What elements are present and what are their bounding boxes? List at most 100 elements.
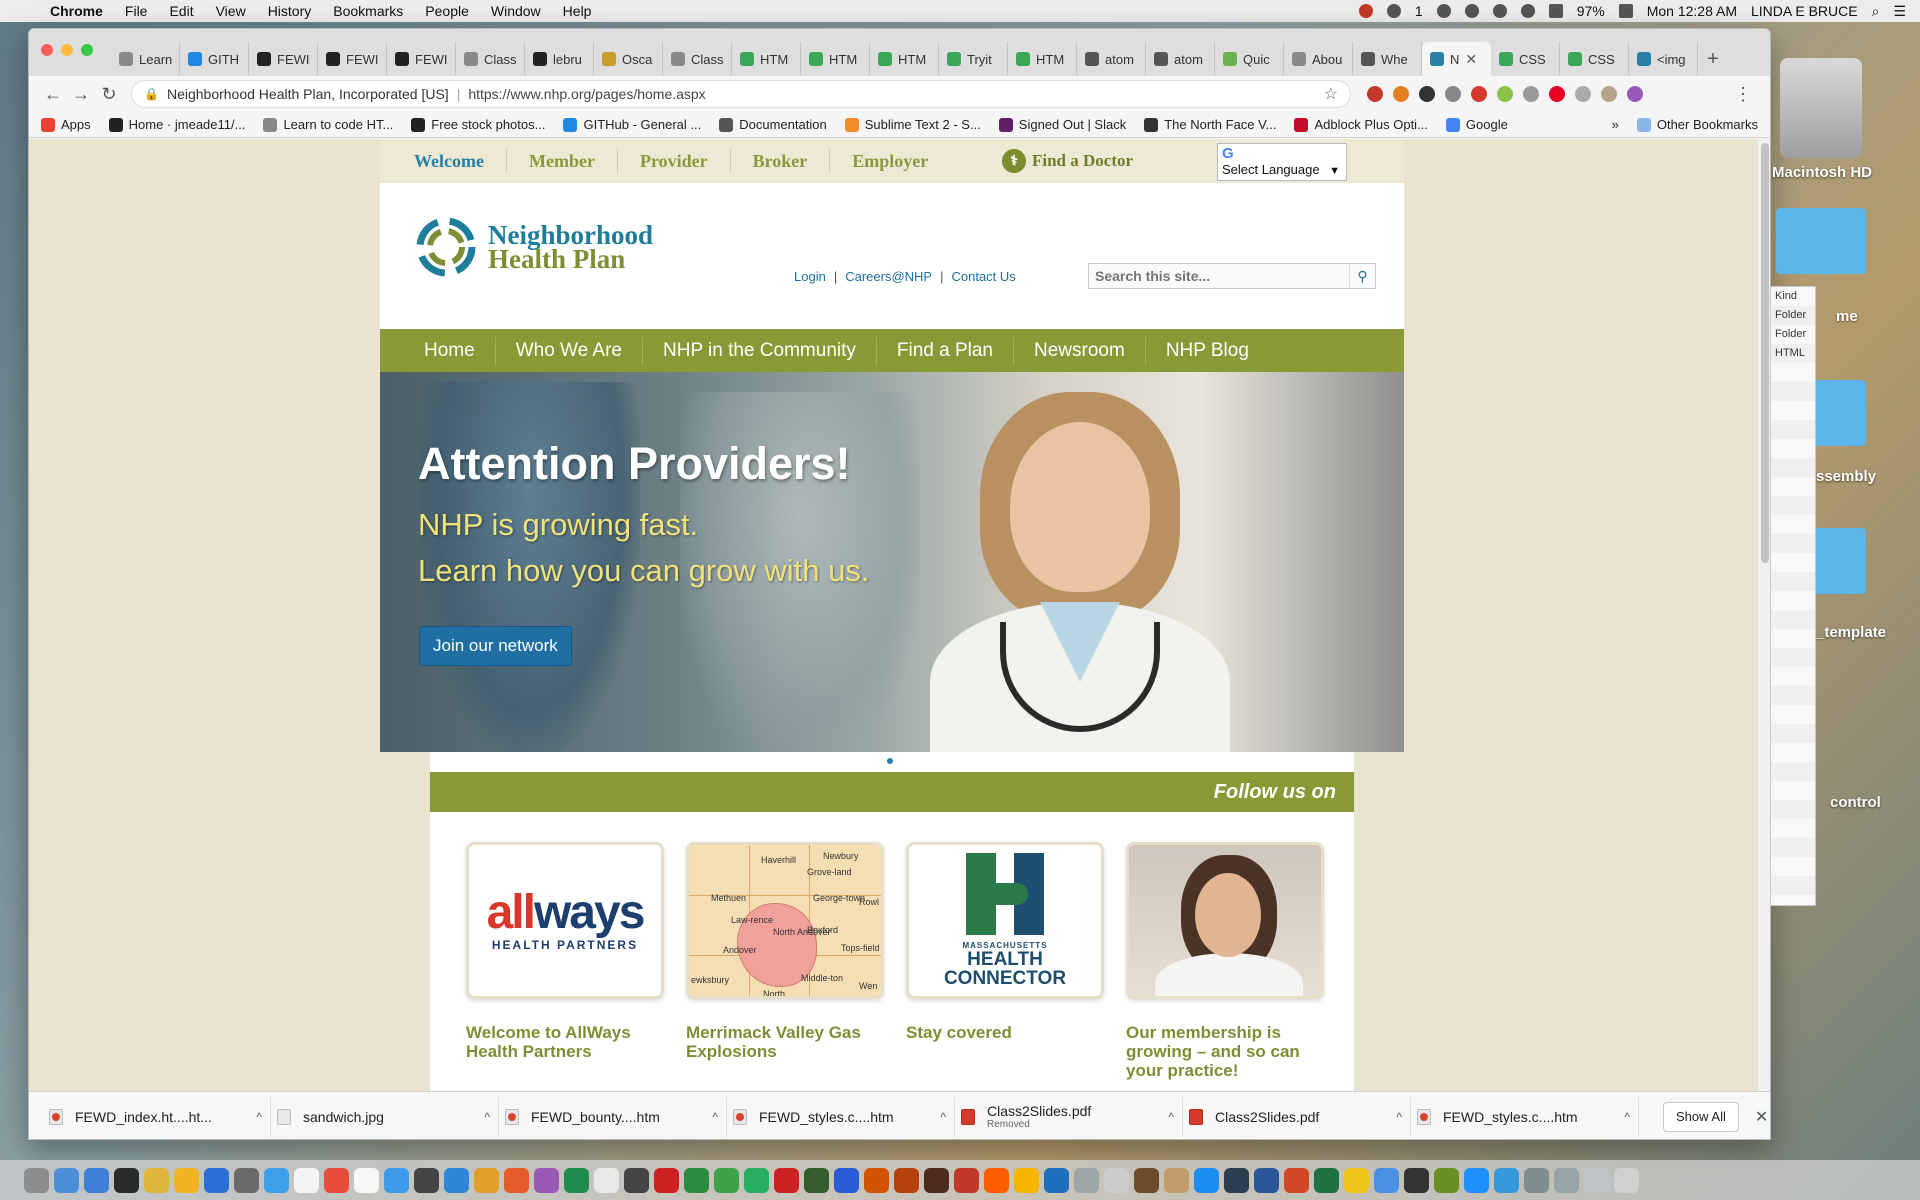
mail-extension-icon[interactable] xyxy=(1445,86,1461,102)
browser-tab[interactable]: CSS xyxy=(1491,42,1560,76)
sheets-extension-icon[interactable] xyxy=(1497,86,1513,102)
dock-app-icon[interactable] xyxy=(804,1167,829,1193)
scrollbar-thumb[interactable] xyxy=(1761,143,1769,563)
dock-app-icon[interactable] xyxy=(324,1167,349,1193)
browser-tab[interactable]: FEWI xyxy=(387,42,456,76)
download-item[interactable]: FEWD_styles.c....htm ^ xyxy=(1411,1096,1639,1137)
new-tab-button[interactable]: + xyxy=(1698,42,1728,76)
close-downloads-bar-icon[interactable]: ✕ xyxy=(1755,1107,1768,1127)
download-item[interactable]: FEWD_bounty....htm ^ xyxy=(499,1096,727,1137)
ghostery-extension-icon[interactable] xyxy=(1419,86,1435,102)
promo-card-merrimack[interactable]: Haverhill Grove-land Newbury Methuen Law… xyxy=(686,842,884,1080)
dock-app-icon[interactable] xyxy=(534,1167,559,1193)
notification-count[interactable]: 1 xyxy=(1415,3,1423,19)
adblock-status-icon[interactable] xyxy=(1358,4,1373,18)
dock-app-icon[interactable] xyxy=(474,1167,499,1193)
bookmark-item[interactable]: Home · jmeade11/... xyxy=(108,117,245,132)
browser-tab[interactable]: HTM xyxy=(801,42,870,76)
dock-app-icon[interactable] xyxy=(954,1167,979,1193)
dock-app-icon[interactable] xyxy=(1314,1167,1339,1193)
desktop-label[interactable]: _template xyxy=(1816,624,1886,641)
browser-tab[interactable]: HTM xyxy=(870,42,939,76)
dock-app-icon[interactable] xyxy=(264,1167,289,1193)
dock-app-icon[interactable] xyxy=(1284,1167,1309,1193)
dock-app-icon[interactable] xyxy=(1554,1167,1579,1193)
close-window-button[interactable] xyxy=(41,44,53,56)
dock-app-icon[interactable] xyxy=(894,1167,919,1193)
reload-button[interactable]: ↻ xyxy=(95,80,123,108)
dock-app-icon[interactable] xyxy=(414,1167,439,1193)
adblock-extension-icon[interactable] xyxy=(1367,86,1383,102)
bookmark-item[interactable]: Adblock Plus Opti... xyxy=(1294,117,1428,132)
pinterest-extension-icon[interactable] xyxy=(1549,86,1565,102)
dock-app-icon[interactable] xyxy=(1584,1167,1609,1193)
browser-tab[interactable]: <img xyxy=(1629,42,1698,76)
browser-tab[interactable]: Quic xyxy=(1215,42,1284,76)
bookmark-item[interactable]: The North Face V... xyxy=(1144,117,1276,132)
lock-icon[interactable]: 🔒 xyxy=(144,87,159,101)
promo-caption[interactable]: Welcome to AllWays Health Partners xyxy=(466,1023,664,1061)
bookmark-item[interactable]: Signed Out | Slack xyxy=(998,117,1126,132)
browser-tab[interactable]: CSS xyxy=(1560,42,1629,76)
dock-app-icon[interactable] xyxy=(714,1167,739,1193)
dock-app-icon[interactable] xyxy=(834,1167,859,1193)
url-text[interactable]: https://www.nhp.org/pages/home.aspx xyxy=(468,86,705,102)
browser-tab[interactable]: Abou xyxy=(1284,42,1353,76)
dock-app-icon[interactable] xyxy=(594,1167,619,1193)
menu-window[interactable]: Window xyxy=(491,3,541,19)
battery-percent[interactable]: 97% xyxy=(1577,3,1605,19)
bookmark-item[interactable]: Apps xyxy=(41,117,91,132)
chevron-up-icon[interactable]: ^ xyxy=(712,1110,718,1124)
merrimack-map-image[interactable]: Haverhill Grove-land Newbury Methuen Law… xyxy=(686,842,884,999)
dock-app-icon[interactable] xyxy=(1374,1167,1399,1193)
notification-center-icon[interactable]: ☰ xyxy=(1893,3,1906,20)
doctor-portrait-image[interactable] xyxy=(1126,842,1324,999)
download-item[interactable]: FEWD_styles.c....htm ^ xyxy=(727,1096,955,1137)
dock-app-icon[interactable] xyxy=(984,1167,1009,1193)
bookmark-item[interactable]: Free stock photos... xyxy=(411,117,545,132)
dock-app-icon[interactable] xyxy=(624,1167,649,1193)
promo-caption[interactable]: Our membership is growing – and so can y… xyxy=(1126,1023,1324,1080)
dock-app-icon[interactable] xyxy=(1494,1167,1519,1193)
dock-app-icon[interactable] xyxy=(174,1167,199,1193)
dock-app-icon[interactable] xyxy=(1254,1167,1279,1193)
mainnav-who-we-are[interactable]: Who We Are xyxy=(496,336,643,365)
bookmark-item[interactable]: GITHub - General ... xyxy=(563,117,701,132)
dock-app-icon[interactable] xyxy=(1224,1167,1249,1193)
dock-app-icon[interactable] xyxy=(294,1167,319,1193)
macintosh-hd-label[interactable]: Macintosh HD xyxy=(1772,164,1872,181)
dock-app-icon[interactable] xyxy=(204,1167,229,1193)
browser-tab[interactable]: HTM xyxy=(1008,42,1077,76)
dock-app-icon[interactable] xyxy=(504,1167,529,1193)
chevron-up-icon[interactable]: ^ xyxy=(256,1110,262,1124)
menu-bookmarks[interactable]: Bookmarks xyxy=(333,3,403,19)
mainnav-home[interactable]: Home xyxy=(404,336,496,365)
dock-app-icon[interactable] xyxy=(24,1167,49,1193)
bookmark-star-icon[interactable]: ☆ xyxy=(1324,84,1338,104)
careers-link[interactable]: Careers@NHP xyxy=(845,269,932,284)
dock-app-icon[interactable] xyxy=(1614,1167,1639,1193)
bookmark-item[interactable]: Sublime Text 2 - S... xyxy=(844,117,981,132)
user-name[interactable]: LINDA E BRUCE xyxy=(1751,3,1858,19)
mainnav-blog[interactable]: NHP Blog xyxy=(1146,337,1269,365)
join-network-button[interactable]: Join our network xyxy=(419,626,572,666)
dock-app-icon[interactable] xyxy=(1104,1167,1129,1193)
desktop-label[interactable]: ssembly xyxy=(1816,468,1876,485)
wifi-icon[interactable] xyxy=(1492,4,1507,18)
download-item[interactable]: Class2Slides.pdf Removed ^ xyxy=(955,1096,1183,1137)
close-tab-icon[interactable]: ✕ xyxy=(1465,51,1477,68)
bookmark-item[interactable]: Documentation xyxy=(719,117,827,132)
dock-app-icon[interactable] xyxy=(1074,1167,1099,1193)
topnav-provider[interactable]: Provider xyxy=(618,149,731,173)
browser-tab[interactable]: atom xyxy=(1146,42,1215,76)
browser-tab[interactable]: Class xyxy=(663,42,732,76)
topnav-welcome[interactable]: Welcome xyxy=(410,149,507,173)
dock-app-icon[interactable] xyxy=(1164,1167,1189,1193)
promo-caption[interactable]: Stay covered xyxy=(906,1023,1104,1042)
dock-app-icon[interactable] xyxy=(684,1167,709,1193)
battery-icon[interactable] xyxy=(1618,4,1633,18)
bookmark-item[interactable]: Learn to code HT... xyxy=(263,117,393,132)
promo-card-allways[interactable]: allways HEALTH PARTNERS Welcome to AllWa… xyxy=(466,842,664,1080)
menu-help[interactable]: Help xyxy=(563,3,592,19)
other-bookmarks-folder[interactable]: Other Bookmarks xyxy=(1636,117,1758,132)
